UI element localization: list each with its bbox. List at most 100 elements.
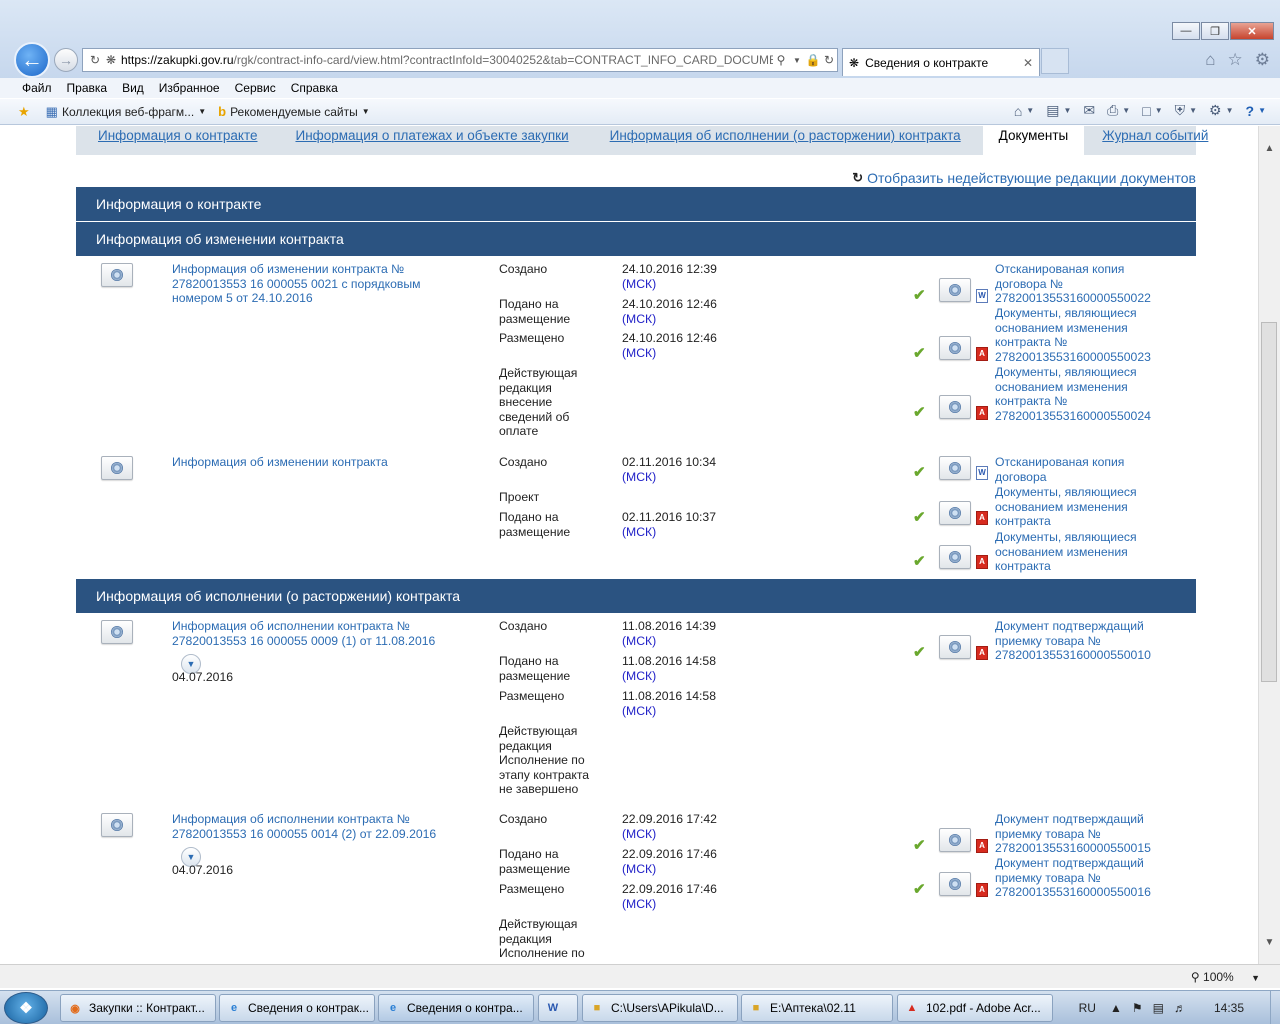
signature-stamp-icon[interactable] [939,395,971,419]
close-tab-icon[interactable]: ✕ [1023,56,1033,70]
change1-title-link[interactable]: Информация об изменении контракта № 2782… [172,262,427,306]
change1-file-1-link[interactable]: Отсканированая копия договора № 27820013… [995,262,1155,306]
signature-stamp-icon[interactable] [939,456,971,480]
scroll-up-icon[interactable]: ▲ [1259,140,1280,158]
scrollbar-thumb[interactable] [1261,322,1277,682]
vertical-scrollbar[interactable]: ▲ ▼ [1258,126,1280,964]
search-icon[interactable]: ⚲ [773,53,789,67]
exec2-file-1-link[interactable]: Документ подтверждащий приемку товара № … [995,812,1160,856]
home-icon[interactable]: ⌂ [1205,50,1215,70]
show-inactive-link[interactable]: ↻ Отобразить недействующие редакции доку… [852,170,1196,186]
exec2-submitted-label: Подано на размещение [499,847,571,876]
signature-stamp-icon[interactable] [101,813,133,837]
add-favorite-button[interactable]: ★ [18,104,34,120]
flag-icon[interactable]: ⚑ [1132,1001,1143,1015]
menu-favorites[interactable]: Избранное [159,81,220,95]
exec1-created-label: Создано [499,619,548,633]
change2-file-3-link[interactable]: Документы, являющиеся основанием изменен… [995,530,1155,574]
signature-stamp-icon[interactable] [939,278,971,302]
signature-stamp-icon[interactable] [101,263,133,287]
exec1-submitted-value: 11.08.2016 14:58 (МСК) [622,654,716,683]
menu-file[interactable]: Файл [22,81,52,95]
tab-payments[interactable]: Информация о платежах и объекте закупки [295,126,568,143]
taskbar-item-ie-2[interactable]: e Сведения о контра... [378,994,534,1022]
dropdown-icon[interactable]: ▼ [789,56,805,65]
lock-icon[interactable]: 🔒 [805,53,821,67]
taskbar-item-explorer-1[interactable]: ■ C:\Users\APikula\D... [582,994,738,1022]
site-emblem-icon: ❋ [849,55,860,70]
change1-file-3-link[interactable]: Документы, являющиеся основанием изменен… [995,365,1155,423]
zoom-level: 100% [1203,970,1234,984]
tools-gear-icon[interactable]: ⚙ ▼ [1209,102,1233,119]
section-contract-changes[interactable]: Информация об изменении контракта [76,222,1196,256]
settings-gear-icon[interactable]: ⚙ [1255,50,1270,70]
print-icon[interactable]: ⎙ ▼ [1107,102,1130,119]
clock[interactable]: 14:35 [1214,1001,1244,1015]
safety-shield-icon[interactable]: ⛨ ▼ [1175,102,1197,119]
section-contract-info[interactable]: Информация о контракте [76,187,1196,221]
rss-icon[interactable]: ▤ ▼ [1046,102,1071,119]
show-hidden-icons-icon[interactable]: ▲ [1110,1001,1122,1015]
mail-icon[interactable]: ✉ [1083,102,1095,119]
refresh-icon[interactable]: ↻ [87,53,103,67]
fav-suggested-sites[interactable]: b Рекомендуемые сайты ▼ [218,104,370,119]
browser-tab-active[interactable]: ❋ Сведения о контракте ✕ [842,48,1040,76]
new-tab-button[interactable] [1041,48,1069,74]
forward-button[interactable]: → [54,48,78,72]
taskbar-item-firefox[interactable]: ◉ Закупки :: Контракт... [60,994,216,1022]
taskbar-item-acrobat[interactable]: ▲ 102.pdf - Adobe Acr... [897,994,1053,1022]
tab-documents[interactable]: Документы [982,126,1085,155]
taskbar-item-word[interactable]: W [538,994,578,1022]
signature-stamp-icon[interactable] [939,872,971,896]
taskbar-item-explorer-2[interactable]: ■ E:\Аптека\02.11 [741,994,893,1022]
signature-stamp-icon[interactable] [101,456,133,480]
signature-stamp-icon[interactable] [101,620,133,644]
menu-tools[interactable]: Сервис [235,81,276,95]
change2-file-2-link[interactable]: Документы, являющиеся основанием изменен… [995,485,1155,529]
url-text[interactable]: https://zakupki.gov.ru/rgk/contract-info… [121,53,773,67]
exec2-submitted-value: 22.09.2016 17:46 (МСК) [622,847,717,876]
exec1-title-link[interactable]: Информация об исполнении контракта № 278… [172,619,447,648]
check-icon: ✔ [913,837,926,854]
home-icon[interactable]: ⌂ ▼ [1014,102,1034,119]
fav-web-slice-gallery[interactable]: ▦ Коллекция веб-фрагм... ▼ [46,104,206,120]
signature-stamp-icon[interactable] [939,501,971,525]
start-button[interactable]: ❖ [4,992,48,1024]
show-desktop-button[interactable] [1270,991,1280,1024]
minimize-button[interactable]: — [1172,22,1200,40]
language-indicator[interactable]: RU [1079,1001,1096,1015]
close-window-button[interactable]: ✕ [1230,22,1274,40]
maximize-button[interactable]: ❐ [1201,22,1229,40]
favorites-star-icon[interactable]: ☆ [1228,50,1243,70]
volume-icon[interactable]: ♬ [1174,1001,1186,1015]
tab-execution[interactable]: Информация об исполнении (о расторжении)… [610,126,961,143]
exec2-title-link[interactable]: Информация об исполнении контракта № 278… [172,812,447,841]
signature-stamp-icon[interactable] [939,336,971,360]
menu-help[interactable]: Справка [291,81,338,95]
signature-stamp-icon[interactable] [939,545,971,569]
zoom-control[interactable]: ⚲ 100% ▼ [1191,970,1260,984]
page-icon[interactable]: □ ▼ [1142,102,1162,119]
network-icon[interactable]: ▤ [1153,1001,1164,1015]
change2-title-link[interactable]: Информация об изменении контракта [172,455,427,470]
tab-contract-info[interactable]: Информация о контракте [98,126,257,143]
signature-stamp-icon[interactable] [939,828,971,852]
exec1-file-1-link[interactable]: Документ подтверждащий приемку товара № … [995,619,1160,663]
taskbar-item-ie-1[interactable]: e Сведения о контрак... [219,994,375,1022]
help-icon[interactable]: ? ▼ [1246,102,1266,119]
signature-stamp-icon[interactable] [939,635,971,659]
window-controls: — ❐ ✕ [1171,22,1274,40]
change2-file-1-link[interactable]: Отсканированая копия договора [995,455,1155,484]
address-bar[interactable]: ↻ ❋ https://zakupki.gov.ru/rgk/contract-… [82,48,838,72]
compat-refresh-icon[interactable]: ↻ [821,53,837,67]
menu-view[interactable]: Вид [122,81,144,95]
menu-edit[interactable]: Правка [67,81,108,95]
scroll-down-icon[interactable]: ▼ [1259,934,1280,952]
section-contract-execution[interactable]: Информация об исполнении (о расторжении)… [76,579,1196,613]
tab-journal[interactable]: Журнал событий [1102,126,1208,143]
exec1-placed-value: 11.08.2016 14:58 (МСК) [622,689,716,718]
exec2-file-2-link[interactable]: Документ подтверждащий приемку товара № … [995,856,1160,900]
change1-file-2-link[interactable]: Документы, являющиеся основанием изменен… [995,306,1155,364]
check-icon: ✔ [913,404,926,421]
back-button[interactable]: ← [14,42,50,78]
